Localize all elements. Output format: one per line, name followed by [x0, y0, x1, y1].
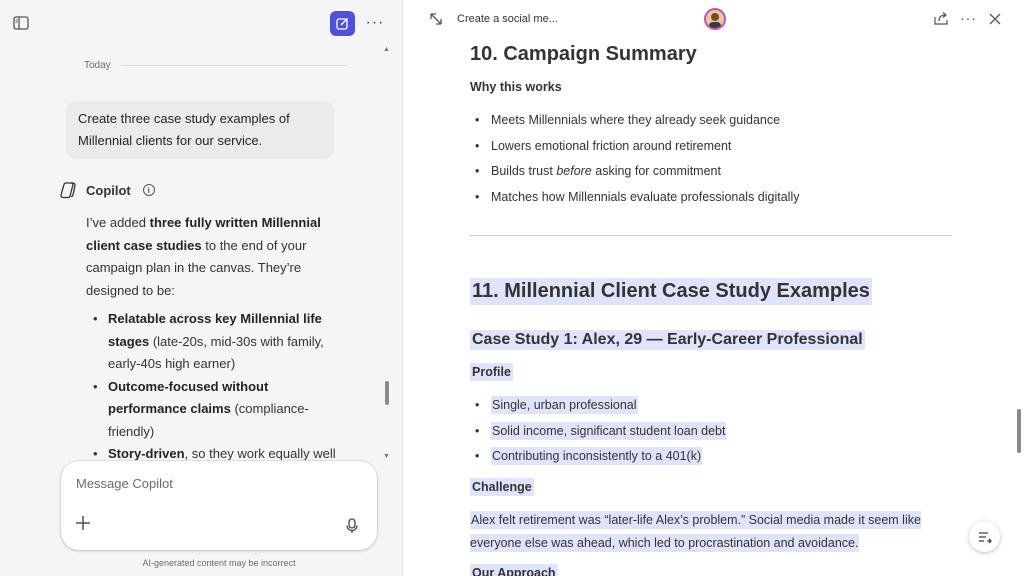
avatar[interactable]	[704, 8, 726, 30]
reply-intro: I’ve added three fully written Millennia…	[86, 215, 321, 298]
info-icon[interactable]: i	[142, 184, 155, 196]
why-list: Meets Millennials where they already see…	[470, 110, 800, 212]
copilot-header: Copilot i	[60, 180, 155, 200]
section-heading: 11. Millennial Client Case Study Example…	[470, 278, 872, 305]
scroll-down-icon[interactable]: ▼	[383, 453, 390, 460]
scrollbar-thumb[interactable]	[385, 381, 389, 405]
reply-bullets: Relatable across key Millennial life sta…	[86, 308, 342, 460]
scroll-up-icon[interactable]: ▲	[383, 46, 390, 53]
list-item: Story-driven, so they work equally well …	[86, 443, 342, 460]
share-icon[interactable]	[933, 11, 949, 27]
profile-heading: Profile	[470, 363, 513, 381]
canvas-actions-button[interactable]	[969, 521, 1000, 552]
list-item: Lowers emotional friction around retirem…	[470, 136, 800, 162]
message-composer[interactable]: Message Copilot	[61, 461, 377, 550]
canvas-more-button[interactable]: ···	[960, 10, 977, 26]
list-item: Contributing inconsistently to a 401(k)	[470, 446, 726, 472]
compose-icon	[336, 17, 349, 30]
challenge-paragraph: Alex felt retirement was “later-life Ale…	[470, 511, 921, 552]
list-item: Outcome-focused without performance clai…	[86, 376, 342, 444]
message-input[interactable]: Message Copilot	[76, 476, 173, 491]
today-label: Today	[84, 59, 111, 71]
collapse-expand-icon[interactable]	[428, 11, 444, 27]
microphone-icon[interactable]	[345, 518, 359, 534]
list-item: Solid income, significant student loan d…	[470, 421, 727, 447]
chat-scrollbar[interactable]: ▲ ▼	[382, 46, 392, 460]
case-study-heading: Case Study 1: Alex, 29 — Early-Career Pr…	[470, 330, 865, 350]
canvas-document[interactable]: 10. Campaign Summary Why this works Meet…	[470, 40, 954, 576]
section-heading: 10. Campaign Summary	[470, 43, 697, 65]
subheading: Why this works	[470, 80, 562, 94]
canvas-scrollbar-thumb[interactable]	[1017, 409, 1021, 453]
chat-pane: ··· Today Create three case study exampl…	[0, 0, 403, 576]
edit-list-icon	[978, 531, 992, 543]
list-item: Meets Millennials where they already see…	[470, 110, 800, 136]
canvas-pane: Create a social me... ··· 10. Campaign S…	[404, 0, 1024, 576]
profile-list: Single, urban professional Solid income,…	[470, 395, 727, 472]
chat-history[interactable]: Today Create three case study examples o…	[0, 46, 392, 460]
copilot-reply: I’ve added three fully written Millennia…	[86, 212, 342, 460]
list-item: Builds trust before asking for commitmen…	[470, 161, 800, 187]
approach-heading: Our Approach	[470, 564, 558, 576]
new-chat-button[interactable]	[330, 11, 355, 36]
copilot-name: Copilot	[86, 182, 131, 198]
sidebar-toggle-icon[interactable]	[10, 12, 32, 34]
add-attachment-icon[interactable]	[74, 514, 92, 532]
date-divider: Today	[84, 58, 346, 72]
canvas-title[interactable]: Create a social me...	[457, 13, 558, 25]
more-options-button[interactable]: ···	[364, 12, 386, 34]
list-item: Relatable across key Millennial life sta…	[86, 308, 342, 376]
list-item: Single, urban professional	[470, 395, 726, 421]
disclaimer-text: AI-generated content may be incorrect	[142, 558, 296, 568]
close-icon[interactable]	[987, 11, 1003, 27]
divider	[470, 235, 952, 236]
list-item: Matches how Millennials evaluate profess…	[470, 187, 800, 213]
copilot-logo-icon	[60, 182, 76, 199]
challenge-heading: Challenge	[470, 478, 534, 496]
user-message: Create three case study examples of Mill…	[66, 101, 334, 159]
